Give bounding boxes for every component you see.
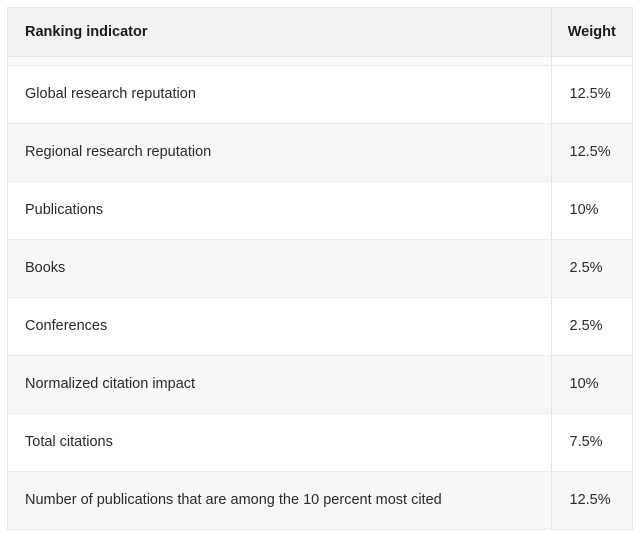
cell-ranking-indicator: Regional research reputation — [8, 123, 552, 182]
cell-ranking-indicator: Number of publications that are among th… — [8, 471, 552, 530]
ranking-indicator-table-container: Ranking indicator Weight Global research… — [7, 7, 633, 530]
cell-weight: 7.5% — [551, 413, 632, 472]
table-header-row: Ranking indicator Weight — [8, 8, 632, 57]
table-row[interactable]: Regional research reputation 12.5% — [8, 123, 632, 182]
cell-weight: 10% — [551, 355, 632, 414]
cell-weight: 10% — [551, 181, 632, 240]
ranking-indicator-table: Ranking indicator Weight Global research… — [8, 8, 632, 530]
table-row[interactable]: Number of publications that are among th… — [8, 471, 632, 530]
cell-weight: 2.5% — [551, 239, 632, 298]
table-row[interactable]: Total citations 7.5% — [8, 413, 632, 472]
cell-ranking-indicator: Global research reputation — [8, 65, 552, 124]
header-divider-weight-cell — [551, 56, 632, 66]
cell-ranking-indicator: Publications — [8, 181, 552, 240]
column-header-ranking-indicator: Ranking indicator — [8, 8, 552, 57]
column-header-weight: Weight — [551, 8, 632, 57]
cell-ranking-indicator: Conferences — [8, 297, 552, 356]
cell-ranking-indicator: Books — [8, 239, 552, 298]
cell-weight: 12.5% — [551, 471, 632, 530]
table-body: Global research reputation 12.5% Regiona… — [8, 56, 632, 530]
cell-weight: 2.5% — [551, 297, 632, 356]
table-row[interactable]: Publications 10% — [8, 181, 632, 240]
page-container: Ranking indicator Weight Global research… — [0, 0, 640, 533]
cell-weight: 12.5% — [551, 65, 632, 124]
table-row[interactable]: Books 2.5% — [8, 239, 632, 298]
header-divider-row — [8, 56, 632, 66]
table-row[interactable]: Normalized citation impact 10% — [8, 355, 632, 414]
cell-weight: 12.5% — [551, 123, 632, 182]
cell-ranking-indicator: Total citations — [8, 413, 552, 472]
table-header: Ranking indicator Weight — [8, 8, 632, 57]
cell-ranking-indicator: Normalized citation impact — [8, 355, 552, 414]
table-row[interactable]: Conferences 2.5% — [8, 297, 632, 356]
table-row[interactable]: Global research reputation 12.5% — [8, 65, 632, 124]
header-divider-indicator-cell — [8, 56, 552, 66]
